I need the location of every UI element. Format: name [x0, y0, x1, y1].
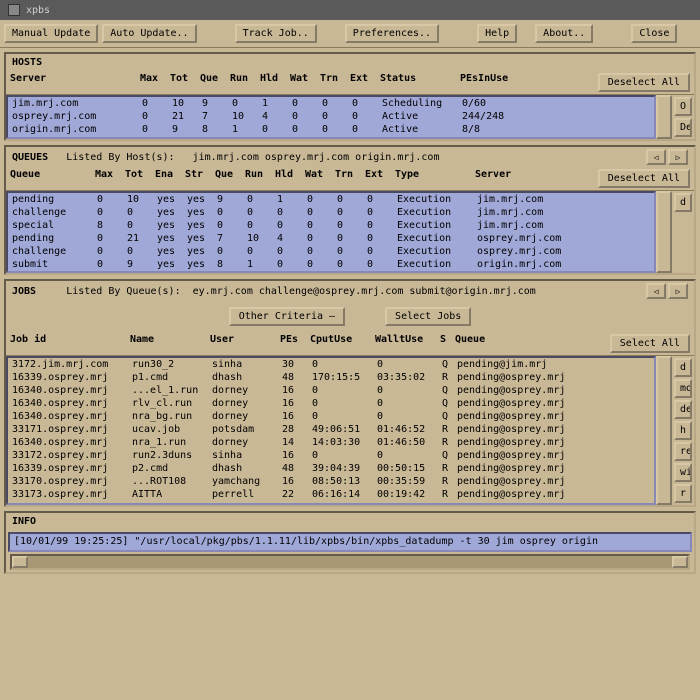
table-row[interactable]: 3172.jim.mrj.comrun30_2sinha3000Qpending… — [8, 358, 654, 371]
auto-update-button[interactable]: Auto Update.. — [102, 24, 196, 43]
jobs-title: JOBS — [12, 286, 36, 297]
preferences-button[interactable]: Preferences.. — [345, 24, 439, 43]
hosts-header-row: Server Max Tot Que Run Hld Wat Trn Ext S… — [6, 71, 694, 95]
window-title: xpbs — [26, 5, 50, 16]
jobs-queues-list: ey.mrj.com challenge@osprey.mrj.com subm… — [193, 286, 536, 297]
table-row[interactable]: special80yesyes000000Executionjim.mrj.co… — [8, 219, 654, 232]
hosts-table[interactable]: jim.mrj.com010901000Scheduling0/60osprey… — [6, 95, 656, 139]
table-row[interactable]: challenge00yesyes000000Executionjim.mrj.… — [8, 206, 654, 219]
jobs-prev-button[interactable]: ◁ — [646, 283, 666, 299]
queues-title: QUEUES — [12, 152, 48, 163]
table-row[interactable]: 16340.osprey.mrjnra_bg.rundorney1600Qpen… — [8, 410, 654, 423]
help-button[interactable]: Help — [477, 24, 517, 43]
hscroll-left-icon[interactable] — [12, 556, 28, 568]
queues-panel: QUEUES Listed By Host(s): jim.mrj.com os… — [4, 145, 696, 275]
table-row[interactable]: 33171.osprey.mrjucav.jobpotsdam2849:06:5… — [8, 423, 654, 436]
hosts-title: HOSTS — [12, 57, 42, 68]
jobs-header-row: Job id Name User PEs CputUse WalltUse S … — [6, 332, 694, 356]
queues-table[interactable]: pending010yesyes901000Executionjim.mrj.c… — [6, 191, 656, 273]
table-row[interactable]: 33172.osprey.mrjrun2.3dunssinha1600Qpend… — [8, 449, 654, 462]
jobs-right-btn-rel[interactable]: rel — [674, 442, 692, 461]
table-row[interactable]: submit09yesyes810000Executionorigin.mrj.… — [8, 258, 654, 271]
queues-next-button[interactable]: ▷ — [668, 149, 688, 165]
queues-right-btn[interactable]: d — [674, 193, 692, 212]
table-row[interactable]: origin.mrj.com09810000Active8/8 — [8, 123, 654, 136]
queues-scrollbar[interactable] — [656, 191, 672, 273]
info-title: INFO — [12, 516, 36, 527]
info-text: [10/01/99 19:25:25] "/usr/local/pkg/pbs/… — [8, 532, 692, 552]
right-btn-o[interactable]: O — [674, 97, 692, 116]
table-row[interactable]: 16340.osprey.mrj...el_1.rundorney1600Qpe… — [8, 384, 654, 397]
manual-update-button[interactable]: Manual Update — [4, 24, 98, 43]
close-button[interactable]: Close — [631, 24, 677, 43]
hosts-deselect-button[interactable]: Deselect All — [598, 73, 690, 92]
table-row[interactable]: 16340.osprey.mrjnra_1.rundorney1414:03:3… — [8, 436, 654, 449]
table-row[interactable]: 16339.osprey.mrjp1.cmddhash48170:15:503:… — [8, 371, 654, 384]
jobs-right-btn-wi[interactable]: wi — [674, 463, 692, 482]
table-row[interactable]: jim.mrj.com010901000Scheduling0/60 — [8, 97, 654, 110]
window-titlebar: xpbs — [0, 0, 700, 20]
jobs-table[interactable]: 3172.jim.mrj.comrun30_2sinha3000Qpending… — [6, 356, 656, 505]
about-button[interactable]: About.. — [535, 24, 593, 43]
queues-listed-by-label: Listed By Host(s): — [66, 152, 174, 163]
jobs-next-button[interactable]: ▷ — [668, 283, 688, 299]
hosts-panel: HOSTS Server Max Tot Que Run Hld Wat Trn… — [4, 52, 696, 141]
jobs-select-all-button[interactable]: Select All — [610, 334, 690, 353]
table-row[interactable]: 33170.osprey.mrj...ROT108yamchang1608:50… — [8, 475, 654, 488]
other-criteria-button[interactable]: Other Criteria — — [229, 307, 345, 326]
jobs-right-btn-mo[interactable]: mo — [674, 379, 692, 398]
queues-hosts-list: jim.mrj.com osprey.mrj.com origin.mrj.co… — [193, 152, 440, 163]
jobs-right-btn-h[interactable]: h — [674, 421, 692, 440]
jobs-scrollbar[interactable] — [656, 356, 672, 505]
jobs-panel: JOBS Listed By Queue(s): ey.mrj.com chal… — [4, 279, 696, 507]
select-jobs-button[interactable]: Select Jobs — [385, 307, 471, 326]
jobs-listed-by-label: Listed By Queue(s): — [66, 286, 180, 297]
info-hscroll[interactable] — [10, 554, 690, 570]
table-row[interactable]: challenge00yesyes000000Executionosprey.m… — [8, 245, 654, 258]
table-row[interactable]: pending010yesyes901000Executionjim.mrj.c… — [8, 193, 654, 206]
hscroll-right-icon[interactable] — [672, 556, 688, 568]
hosts-scrollbar[interactable] — [656, 95, 672, 139]
info-panel: INFO [10/01/99 19:25:25] "/usr/local/pkg… — [4, 511, 696, 574]
window-icon — [8, 4, 20, 16]
table-row[interactable]: pending021yesyes7104000Executionosprey.m… — [8, 232, 654, 245]
jobs-right-btn-d[interactable]: d — [674, 358, 692, 377]
track-job-button[interactable]: Track Job.. — [235, 24, 317, 43]
table-row[interactable]: 33173.osprey.mrjAITTAperrell2206:16:1400… — [8, 488, 654, 501]
queues-prev-button[interactable]: ◁ — [646, 149, 666, 165]
jobs-right-btn-r[interactable]: r — [674, 484, 692, 503]
table-row[interactable]: 16340.osprey.mrjrlv_cl.rundorney1600Qpen… — [8, 397, 654, 410]
queues-header-row: Queue Max Tot Ena Str Que Run Hld Wat Tr… — [6, 167, 694, 191]
table-row[interactable]: 16339.osprey.mrjp2.cmddhash4839:04:3900:… — [8, 462, 654, 475]
menubar: Manual Update Auto Update.. Track Job.. … — [0, 20, 700, 48]
queues-deselect-button[interactable]: Deselect All — [598, 169, 690, 188]
jobs-right-btn-de[interactable]: de — [674, 400, 692, 419]
table-row[interactable]: osprey.mrj.com0217104000Active244/248 — [8, 110, 654, 123]
right-btn-de[interactable]: De — [674, 118, 692, 137]
